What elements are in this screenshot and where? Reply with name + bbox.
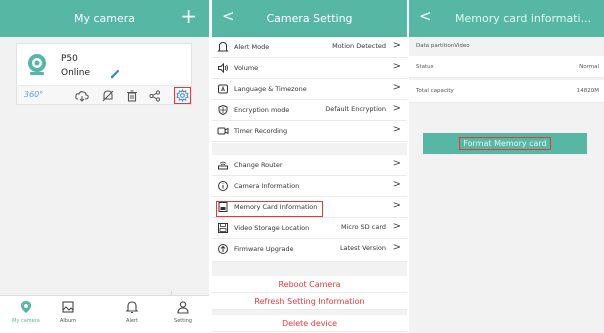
language-icon	[218, 84, 228, 94]
gear-icon	[176, 88, 189, 103]
chevron-right-icon: >	[392, 179, 401, 190]
tab-label: Album	[59, 318, 77, 324]
setting-label: Camera Information	[234, 182, 300, 190]
setting-label: Firmware Upgrade	[234, 245, 294, 253]
user-icon	[177, 301, 189, 314]
settings-button[interactable]	[174, 87, 191, 104]
shield-icon	[218, 104, 228, 116]
setting-row-volume[interactable]: Volume >	[212, 58, 407, 79]
tab-album[interactable]: Album	[48, 300, 88, 324]
tab-setting[interactable]: Setting	[163, 300, 203, 324]
setting-row-language-timezone[interactable]: Language & Timezone >	[212, 79, 407, 100]
chevron-right-icon: >	[392, 221, 401, 232]
setting-row-encryption-mode[interactable]: Encryption mode Default Encryption >	[212, 100, 407, 121]
tab-alert[interactable]: Alert	[112, 300, 152, 324]
total-capacity-row: Total capacity 14820M	[409, 80, 604, 103]
capacity-label: Total capacity	[416, 88, 454, 94]
panorama-360-button[interactable]: 360°	[24, 90, 43, 99]
setting-value: Latest Version	[339, 244, 386, 252]
wifi-icon	[110, 69, 120, 79]
chevron-right-icon: >	[392, 82, 401, 93]
back-button[interactable]: <	[222, 9, 235, 24]
camera-status: Online	[61, 68, 91, 78]
chevron-right-icon: >	[392, 61, 401, 72]
setting-label: Encryption mode	[234, 106, 290, 114]
tab-label: Alert	[126, 318, 138, 324]
status-value: Normal	[579, 64, 599, 70]
setting-row-video-storage-location[interactable]: Video Storage Location Micro SD card >	[212, 218, 407, 239]
chevron-right-icon: >	[392, 40, 401, 51]
memory-header: < Memory card informati...	[409, 0, 604, 37]
save-icon	[218, 223, 228, 233]
chevron-right-icon: >	[392, 124, 401, 135]
reboot-camera-button[interactable]: Reboot Camera	[212, 276, 407, 293]
setting-label: Timer Recording	[234, 127, 288, 135]
delete-device-button[interactable]: Delete device	[212, 315, 407, 332]
camera-icon	[28, 54, 46, 75]
home-title: My camera	[73, 12, 136, 25]
setting-row-change-router[interactable]: Change Router >	[212, 155, 407, 176]
delete-icon[interactable]	[125, 89, 139, 103]
memory-card-highlight	[216, 201, 323, 217]
tab-my-camera[interactable]: My camera	[6, 300, 46, 324]
section-gap	[212, 262, 407, 276]
memory-title: Memory card informati...	[455, 12, 592, 25]
back-button[interactable]: <	[419, 9, 432, 24]
setting-label: Language & Timezone	[234, 85, 307, 93]
format-memory-card-button[interactable]: Format Memory card	[423, 133, 587, 154]
capacity-value: 14820M	[576, 88, 599, 94]
bell-icon	[217, 41, 229, 52]
section-gap	[212, 143, 407, 155]
share-icon[interactable]	[148, 89, 162, 103]
settings-header: < Camera Setting	[212, 0, 407, 37]
upgrade-icon	[218, 244, 228, 254]
memory-card-screen: < Memory card informati... Data partitio…	[409, 0, 604, 333]
my-camera-screen: My camera + P50 Online 360° My camera Al…	[0, 0, 209, 333]
setting-row-alert-mode[interactable]: Alert Mode Motion Detected >	[212, 37, 407, 58]
format-button-label: Format Memory card	[459, 137, 551, 150]
alarm-off-icon[interactable]	[101, 89, 115, 103]
setting-row-timer-recording[interactable]: Timer Recording >	[212, 121, 407, 142]
setting-label: Video Storage Location	[234, 224, 310, 232]
video-icon	[217, 127, 229, 135]
camera-toolbar: 360°	[16, 85, 192, 105]
location-pin-icon	[21, 301, 31, 313]
setting-row-firmware-upgrade[interactable]: Firmware Upgrade Latest Version >	[212, 239, 407, 262]
setting-value: Micro SD card	[341, 223, 386, 231]
chevron-right-icon: >	[392, 158, 401, 169]
chevron-right-icon: >	[392, 103, 401, 114]
album-icon	[62, 301, 74, 313]
setting-value: Motion Detected	[332, 42, 386, 50]
tab-label: My camera	[12, 318, 40, 324]
chevron-right-icon: >	[392, 242, 401, 253]
setting-label: Alert Mode	[234, 43, 270, 51]
refresh-setting-button[interactable]: Refresh Setting Information	[212, 293, 407, 310]
status-row: Status Normal	[409, 56, 604, 78]
home-header: My camera +	[0, 0, 209, 37]
camera-setting-screen: < Camera Setting Alert Mode Motion Detec…	[212, 0, 407, 333]
tab-label: Setting	[174, 318, 192, 324]
bell-icon	[125, 301, 139, 313]
router-icon	[218, 161, 228, 170]
cloud-icon[interactable]	[75, 89, 89, 103]
data-partition-label: Data partitionVideo	[416, 43, 470, 49]
info-icon	[218, 181, 228, 191]
bottom-tab-bar: My camera Album Alert Setting	[0, 295, 209, 333]
status-label: Status	[416, 64, 434, 70]
setting-label: Change Router	[234, 161, 283, 169]
setting-label: Volume	[234, 64, 259, 72]
settings-title: Camera Setting	[266, 12, 353, 25]
add-camera-button[interactable]: +	[180, 6, 197, 26]
setting-value: Default Encryption	[325, 105, 386, 113]
speaker-icon	[218, 62, 228, 74]
chevron-right-icon: >	[392, 200, 401, 211]
camera-name: P50	[61, 54, 78, 64]
setting-row-camera-information[interactable]: Camera Information >	[212, 176, 407, 197]
